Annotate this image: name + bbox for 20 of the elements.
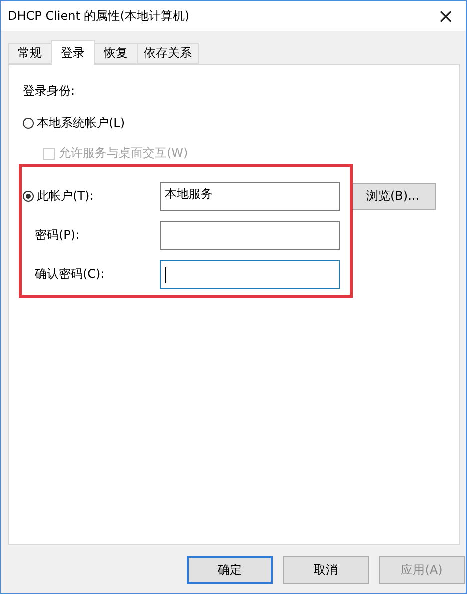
- tab[interactable]: 常规: [8, 43, 52, 64]
- field-label: 密码(P):: [35, 228, 80, 242]
- tab[interactable]: 恢复: [94, 43, 138, 64]
- browse-button[interactable]: 浏览(B)...: [350, 183, 436, 210]
- window-title: DHCP Client 的属性(本地计算机): [8, 8, 190, 24]
- section-label: 登录身份:: [23, 84, 76, 98]
- radio-button[interactable]: [23, 191, 34, 202]
- radio-label: 本地系统帐户(L): [37, 115, 126, 132]
- tab[interactable]: 登录: [51, 40, 95, 65]
- close-button[interactable]: ×: [426, 1, 466, 31]
- confirm-password-field[interactable]: [160, 260, 340, 289]
- account-field[interactable]: 本地服务: [160, 182, 340, 211]
- field-label: 确认密码(C):: [35, 267, 105, 281]
- dialog-button[interactable]: 取消: [283, 556, 369, 584]
- checkbox-label: 允许服务与桌面交互(W): [59, 145, 188, 162]
- dialog-button[interactable]: 确定: [187, 556, 273, 584]
- password-field[interactable]: [160, 221, 340, 250]
- radio-button[interactable]: [23, 118, 34, 129]
- radio-label: 此帐户(T):: [37, 188, 94, 205]
- tab[interactable]: 依存关系: [137, 43, 199, 64]
